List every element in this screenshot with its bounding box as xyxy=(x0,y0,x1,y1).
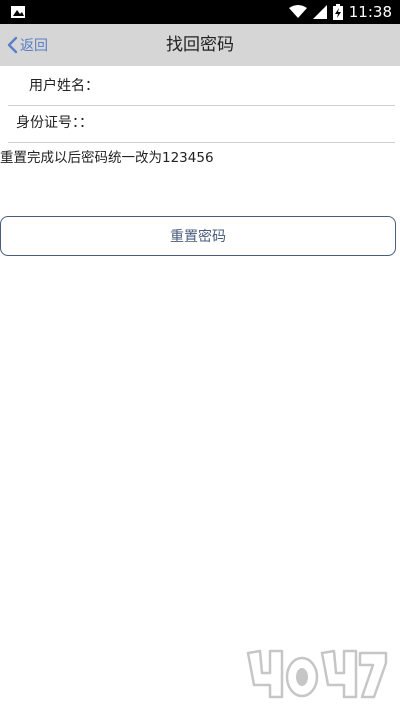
nav-bar: 找回密码 返回 xyxy=(0,24,400,66)
battery-icon xyxy=(332,4,343,20)
id-number-row: 身份证号：： xyxy=(8,105,395,143)
back-label: 返回 xyxy=(20,38,48,54)
chevron-left-icon xyxy=(7,36,18,54)
username-input[interactable] xyxy=(118,72,395,101)
image-icon xyxy=(11,6,25,18)
watermark-logo xyxy=(246,649,388,699)
reset-password-button[interactable]: 重置密码 xyxy=(0,216,396,256)
back-button[interactable]: 返回 xyxy=(6,24,48,66)
wifi-icon xyxy=(288,5,307,18)
reset-hint-text: 重置完成以后密码统一改为123456 xyxy=(0,150,214,166)
signal-icon xyxy=(312,5,327,19)
status-bar: 11:38 xyxy=(0,0,400,24)
id-number-input[interactable] xyxy=(108,109,395,138)
status-time: 11:38 xyxy=(348,3,392,21)
id-number-label: 身份证号：： xyxy=(16,115,93,131)
username-row: 用户姓名： xyxy=(8,68,395,106)
username-label: 用户姓名： xyxy=(29,78,99,94)
page-title: 找回密码 xyxy=(166,35,234,55)
